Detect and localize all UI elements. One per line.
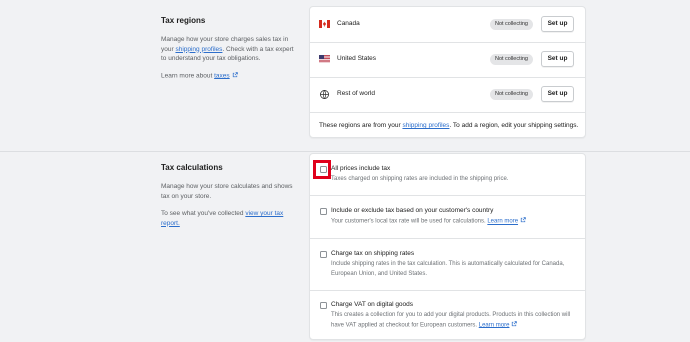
status-badge: Not collecting (489, 54, 533, 65)
option-label: Include or exclude tax based on your cus… (331, 207, 494, 214)
region-name: Rest of world (337, 90, 375, 97)
option-help: Your customer's local tax rate will be u… (331, 217, 571, 227)
region-row-united-states: United States Not collecting Set up (310, 42, 585, 77)
learn-more-link[interactable]: Learn more (487, 219, 518, 225)
external-link-icon (512, 320, 518, 326)
option-charge-tax-on-shipping: Charge tax on shipping rates Include shi… (310, 238, 585, 290)
option-help-text: This creates a collection for you to add… (331, 312, 571, 328)
tax-calculations-intro: Tax calculations Manage how your store c… (161, 163, 296, 228)
option-label: Charge tax on shipping rates (331, 250, 415, 257)
tax-calculations-card: All prices include tax Taxes charged on … (309, 153, 586, 340)
section-separator (0, 151, 690, 152)
regions-footer-prefix: These regions are from your (319, 122, 403, 129)
external-link-icon (520, 217, 526, 223)
option-charge-vat-digital-goods: Charge VAT on digital goods This creates… (310, 290, 585, 341)
option-help: Include shipping rates in the tax calcul… (331, 261, 565, 277)
region-row-canada: Canada Not collecting Set up (310, 7, 585, 42)
option-all-prices-include-tax: All prices include tax Taxes charged on … (310, 154, 585, 195)
row-divider (310, 112, 585, 113)
tax-regions-title: Tax regions (161, 16, 206, 25)
learn-more-prefix: Learn more about (161, 72, 215, 79)
setup-button-united-states[interactable]: Set up (541, 51, 574, 67)
regions-footer-text: These regions are from your shipping pro… (319, 122, 578, 129)
option-label: All prices include tax (331, 165, 391, 172)
taxes-link[interactable]: taxes (214, 72, 230, 79)
option-help-text: Your customer's local tax rate will be u… (331, 218, 488, 225)
status-badge: Not collecting (489, 19, 533, 30)
tax-report-note: To see what you've collected view your t… (161, 209, 296, 228)
row-divider (310, 42, 585, 43)
setup-button-canada[interactable]: Set up (541, 16, 574, 32)
tax-calculations-description: Manage how your store calculates and sho… (161, 183, 293, 200)
shipping-profiles-link[interactable]: shipping profiles (175, 46, 222, 53)
tax-regions-description: Manage how your store charges sales tax … (161, 35, 296, 64)
tax-report-prefix: To see what you've collected (161, 210, 246, 217)
globe-icon (320, 90, 329, 99)
option-label: Charge VAT on digital goods (331, 301, 414, 308)
status-badge: Not collecting (489, 89, 533, 100)
tax-calculations-title: Tax calculations (161, 163, 223, 172)
tax-regions-card: Canada Not collecting Set up United Stat… (309, 6, 586, 138)
option-help: This creates a collection for you to add… (331, 311, 571, 331)
regions-footer-suffix: . To add a region, edit your shipping se… (449, 122, 579, 129)
canada-flag-icon (319, 20, 330, 28)
highlight-box (313, 160, 331, 179)
footer-shipping-profiles-link[interactable]: shipping profiles (402, 122, 449, 129)
region-row-rest-of-world: Rest of world Not collecting Set up (310, 77, 585, 112)
checkbox-include-exclude-tax[interactable] (320, 208, 327, 215)
setup-button-rest-of-world[interactable]: Set up (541, 86, 574, 102)
region-name: United States (337, 55, 377, 62)
option-include-exclude-tax: Include or exclude tax based on your cus… (310, 195, 585, 238)
row-divider (310, 195, 585, 196)
tax-settings-page: Tax regions Manage how your store charge… (0, 0, 690, 342)
option-help: Taxes charged on shipping rates are incl… (331, 176, 509, 182)
external-link-icon (232, 71, 238, 77)
learn-more-taxes: Learn more about taxes (161, 71, 296, 79)
region-name: Canada (337, 20, 360, 27)
row-divider (310, 290, 585, 291)
tax-regions-intro: Tax regions Manage how your store charge… (161, 16, 296, 79)
learn-more-link[interactable]: Learn more (479, 322, 510, 328)
regions-footer: These regions are from your shipping pro… (310, 112, 585, 139)
row-divider (310, 77, 585, 78)
checkbox-charge-tax-on-shipping[interactable] (320, 251, 327, 258)
checkbox-charge-vat-digital-goods[interactable] (320, 302, 327, 309)
row-divider (310, 238, 585, 239)
us-flag-icon (319, 55, 330, 63)
